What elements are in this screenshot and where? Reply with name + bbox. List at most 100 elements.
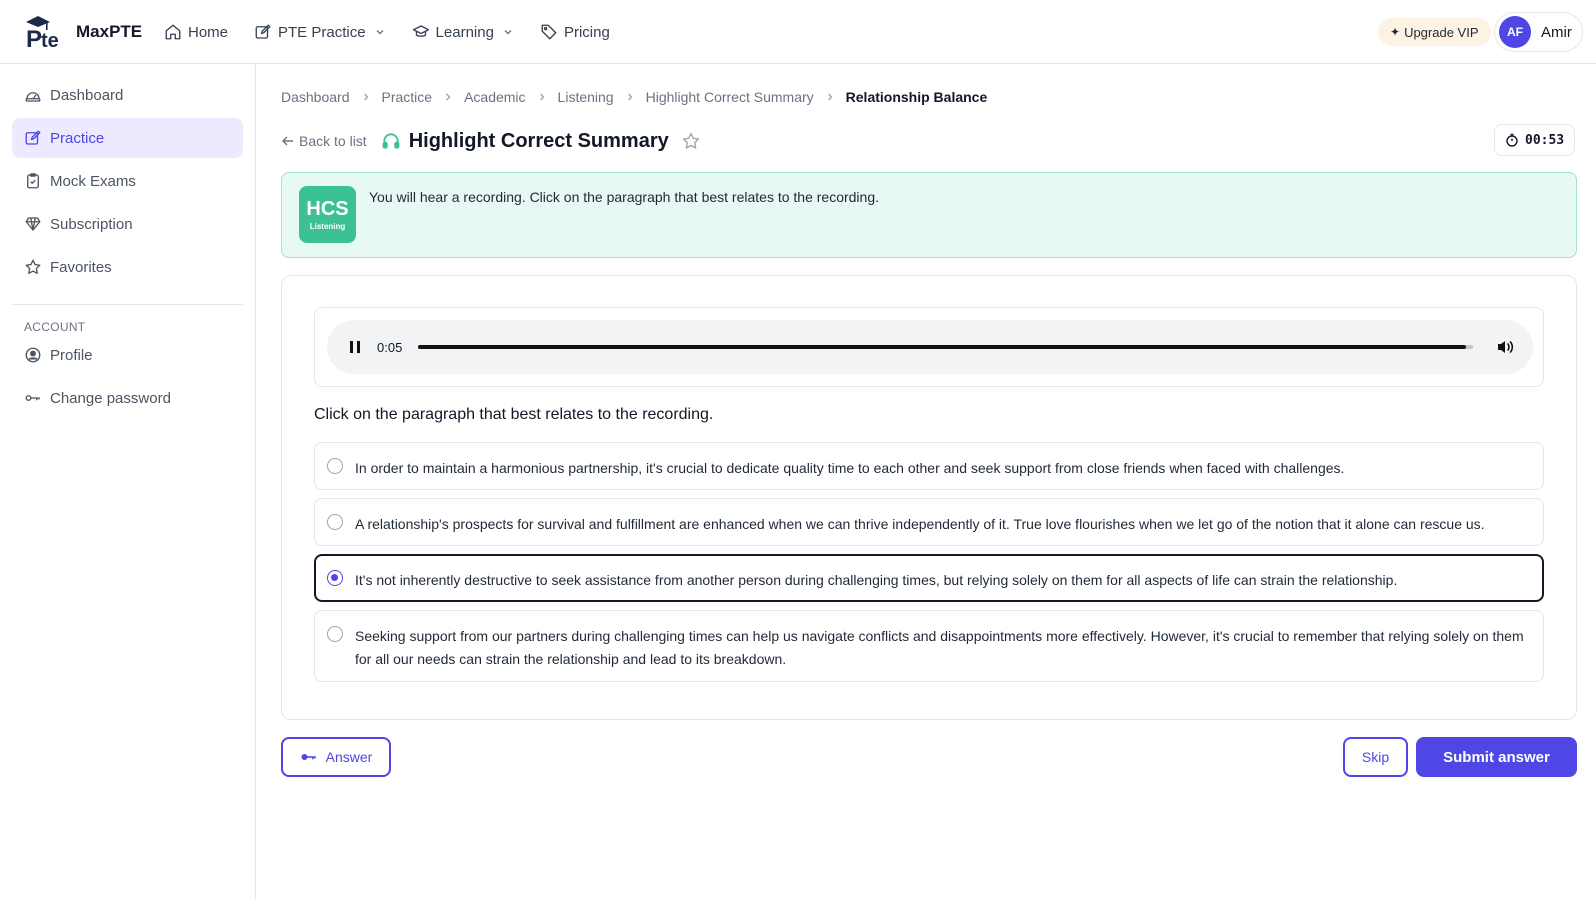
answer-option-3[interactable]: It's not inherently destructive to seek …	[314, 554, 1544, 602]
headphones-icon	[382, 133, 400, 149]
show-answer-label: Answer	[325, 749, 373, 765]
audio-progress-track[interactable]	[418, 345, 1474, 349]
chevron-right-icon	[827, 93, 833, 101]
diamond-icon	[25, 217, 41, 231]
back-to-list-link[interactable]: Back to list	[281, 133, 367, 149]
radio-button[interactable]	[327, 514, 343, 530]
svg-text:P: P	[26, 26, 42, 50]
audio-container: 0:05	[314, 307, 1544, 387]
volume-icon[interactable]	[1495, 337, 1515, 357]
radio-button[interactable]	[327, 626, 343, 642]
clipboard-icon	[27, 173, 39, 189]
sidebar-item-label: Subscription	[50, 215, 133, 233]
sidebar-item-label: Practice	[50, 129, 105, 147]
nav-learning-label: Learning	[435, 23, 494, 41]
breadcrumb: Dashboard Practice Academic Listening Hi…	[281, 89, 987, 105]
brand-name: MaxPTE	[76, 22, 143, 41]
skip-button[interactable]: Skip	[1343, 737, 1408, 777]
breadcrumb-dashboard[interactable]: Dashboard	[281, 89, 350, 105]
breadcrumb-highlight-correct-summary[interactable]: Highlight Correct Summary	[646, 89, 814, 105]
key-icon	[301, 754, 316, 760]
question-card: 0:05 Click on the paragraph that best re…	[281, 275, 1577, 720]
audio-current-time: 0:05	[377, 339, 403, 355]
sidebar-item-profile[interactable]: Profile	[12, 335, 243, 375]
sidebar-item-favorites[interactable]: Favorites	[12, 247, 243, 287]
sidebar-divider	[12, 304, 243, 305]
radio-button-selected[interactable]	[327, 570, 343, 586]
chevron-down-icon	[376, 30, 384, 35]
submit-answer-button[interactable]: Submit answer	[1416, 737, 1577, 777]
sidebar-item-label: Mock Exams	[50, 172, 136, 190]
instruction-text: You will hear a recording. Click on the …	[369, 189, 880, 205]
breadcrumb-current: Relationship Balance	[845, 89, 988, 105]
show-answer-button[interactable]: Answer	[281, 737, 391, 777]
sidebar-item-label: Dashboard	[50, 86, 124, 104]
sidebar-section-account: ACCOUNT	[24, 320, 86, 334]
pause-icon[interactable]	[345, 337, 365, 357]
question-prompt: Click on the paragraph that best relates…	[314, 406, 714, 423]
nav-pricing-label: Pricing	[563, 23, 610, 41]
task-type-abbr: HCS	[306, 198, 349, 220]
breadcrumb-listening[interactable]: Listening	[558, 89, 614, 105]
user-circle-icon	[25, 347, 41, 363]
brand-logo[interactable]: P te MaxPTE	[24, 14, 142, 50]
svg-text:te: te	[41, 30, 59, 50]
user-menu[interactable]: AF Amir	[1494, 12, 1583, 52]
edit-icon	[255, 24, 271, 39]
nav-pricing[interactable]: Pricing	[540, 23, 610, 41]
submit-answer-label: Submit answer	[1443, 748, 1550, 766]
audio-progress-fill	[418, 345, 1466, 349]
user-name: Amir	[1541, 23, 1572, 41]
answer-option-2[interactable]: A relationship's prospects for survival …	[314, 498, 1544, 546]
sidebar: Dashboard Practice Mock Exams Subscripti…	[0, 64, 256, 899]
star-icon	[25, 259, 41, 274]
sidebar-item-label: Favorites	[50, 258, 112, 276]
top-navbar: P te MaxPTE Home PTE Practice Learning P…	[0, 0, 1596, 64]
chevron-right-icon	[446, 93, 451, 101]
answer-option-text: It's not inherently destructive to seek …	[355, 572, 1398, 588]
chevron-right-icon	[627, 93, 633, 101]
pte-logo-icon: P te	[24, 14, 70, 50]
home-icon	[165, 24, 181, 40]
sidebar-item-dashboard[interactable]: Dashboard	[12, 75, 243, 115]
chevron-down-icon	[504, 30, 512, 35]
answer-option-text: In order to maintain a harmonious partne…	[355, 460, 1345, 476]
answer-option-text: A relationship's prospects for survival …	[355, 516, 1485, 532]
breadcrumb-practice[interactable]: Practice	[382, 89, 433, 105]
edit-icon	[25, 130, 41, 145]
sidebar-item-practice[interactable]: Practice	[12, 118, 243, 158]
answer-option-text: Seeking support from our partners during…	[355, 628, 1524, 667]
favorite-star-icon[interactable]	[681, 131, 701, 151]
page-title: Highlight Correct Summary	[408, 129, 669, 152]
answer-option-1[interactable]: In order to maintain a harmonious partne…	[314, 442, 1544, 490]
nav-pte-practice[interactable]: PTE Practice	[254, 23, 386, 41]
radio-button[interactable]	[327, 458, 343, 474]
instruction-box: HCS Listening You will hear a recording.…	[281, 172, 1577, 258]
nav-home[interactable]: Home	[164, 23, 228, 41]
timer-value: 00:53	[1525, 132, 1565, 148]
nav-learning[interactable]: Learning	[412, 23, 514, 41]
dashboard-icon	[25, 92, 41, 102]
task-type-section: Listening	[309, 222, 346, 231]
breadcrumb-academic[interactable]: Academic	[464, 89, 525, 105]
task-type-badge: HCS Listening	[299, 186, 356, 243]
nav-pte-practice-label: PTE Practice	[278, 23, 366, 41]
key-icon	[25, 395, 40, 401]
graduation-cap-icon	[412, 25, 429, 37]
chevron-right-icon	[539, 93, 545, 101]
chevron-right-icon	[363, 93, 368, 101]
countdown-timer: 00:53	[1494, 124, 1576, 156]
sidebar-item-subscription[interactable]: Subscription	[12, 204, 243, 244]
upgrade-vip-button[interactable]: ✦ Upgrade VIP	[1378, 18, 1491, 46]
tag-icon	[541, 24, 557, 40]
avatar: AF	[1499, 16, 1531, 48]
sidebar-item-label: Profile	[50, 346, 93, 364]
stopwatch-icon	[1506, 133, 1518, 147]
sparkle-icon: ✦	[1390, 25, 1401, 39]
back-to-list-label: Back to list	[299, 133, 367, 149]
answer-option-4[interactable]: Seeking support from our partners during…	[314, 610, 1544, 682]
title-row: Back to list Highlight Correct Summary	[281, 126, 701, 156]
sidebar-item-mock-exams[interactable]: Mock Exams	[12, 161, 243, 201]
upgrade-vip-label: Upgrade VIP	[1404, 24, 1479, 40]
sidebar-item-change-password[interactable]: Change password	[12, 378, 243, 418]
